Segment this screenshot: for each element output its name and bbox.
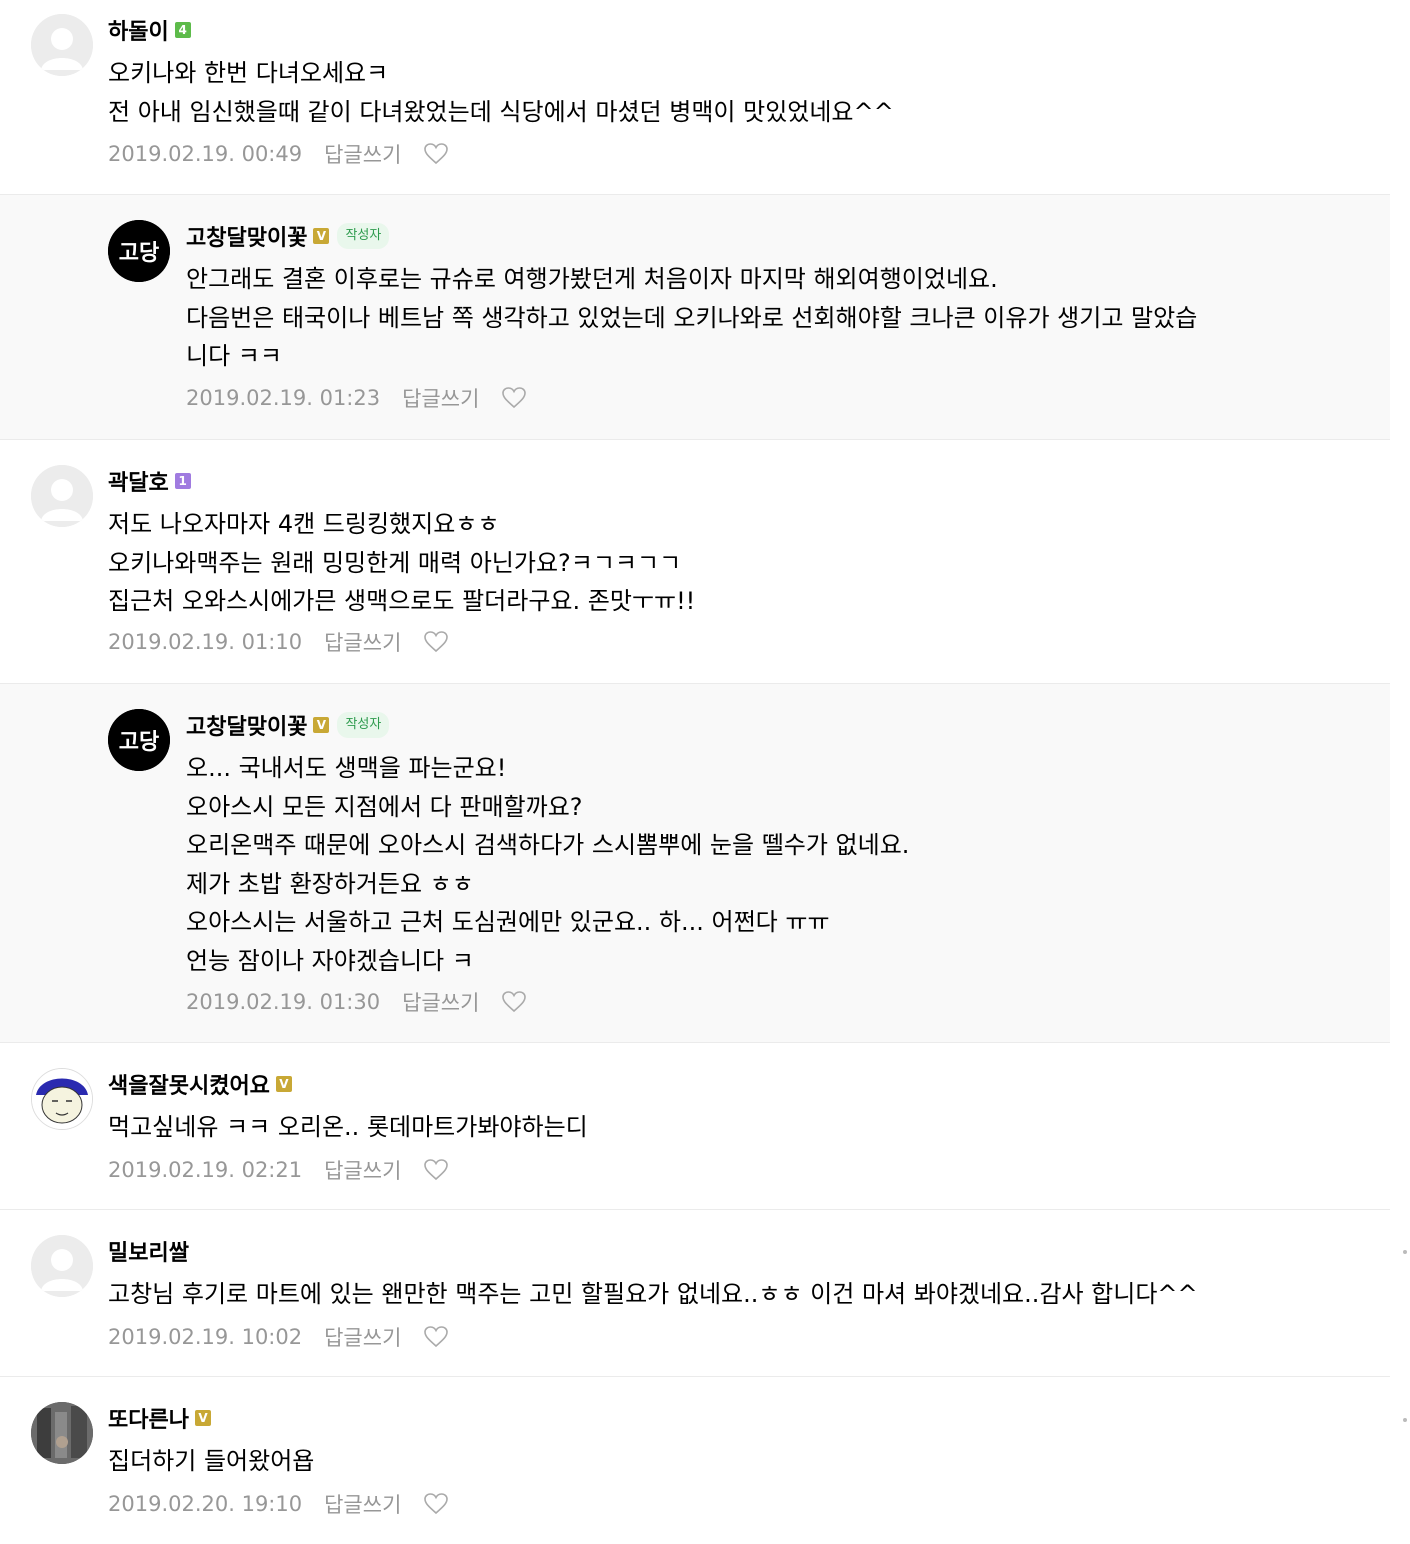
heart-icon[interactable] [501,386,527,410]
svg-text:고당: 고당 [119,730,159,755]
comment-line: 전 아내 임신했을때 같이 다녀왔었는데 식당에서 마셨던 병맥이 맛있었네요^… [108,97,894,126]
comment-body: 또다른나 V 집더하기 들어왔어욥 2019.02.20. 19:10 답글쓰기 [108,1402,1390,1544]
nickname[interactable]: 색을잘못시켰어요 [108,1068,270,1100]
nickname-line: 밀보리쌀 [108,1235,189,1267]
nickname-line: 곽달호 1 [108,465,191,497]
reply-button[interactable]: 답글쓰기 [402,987,479,1017]
more-menu-icon[interactable] [1403,1418,1407,1422]
comment-text: 오... 국내서도 생맥을 파는군요! 오아스시 모든 지점에서 다 판매할까요?… [186,749,909,980]
more-menu-icon[interactable] [1403,1250,1407,1254]
default-avatar-icon[interactable] [31,465,93,527]
level-badge-icon: 4 [174,22,191,38]
heart-icon[interactable] [501,990,527,1014]
comment-date: 2019.02.19. 10:02 [108,1325,303,1349]
level-badge-icon: V [275,1076,292,1092]
level-badge-icon: V [313,717,330,733]
nickname[interactable]: 밀보리쌀 [108,1235,189,1267]
nickname[interactable]: 하돌이 [108,14,169,46]
comment-date: 2019.02.19. 02:21 [108,1158,303,1182]
author-tag: 작성자 [337,223,390,249]
comment-meta: 2019.02.20. 19:10 답글쓰기 [108,1489,449,1519]
comment-line: 고창님 후기로 마트에 있는 왠만한 맥주는 고민 할필요가 없네요..ㅎㅎ 이… [108,1280,1198,1308]
comment-meta: 2019.02.19. 00:49 답글쓰기 [108,139,449,169]
nickname-line: 하돌이 4 [108,14,191,46]
author-tag: 작성자 [337,712,390,738]
comment-meta: 2019.02.19. 01:23 답글쓰기 [186,383,527,413]
comment-line: 오키나와 한번 다녀오세요ㅋ [108,59,389,87]
comment-meta: 2019.02.19. 01:10 답글쓰기 [108,627,449,657]
comment-meta: 2019.02.19. 01:30 답글쓰기 [186,987,527,1017]
default-avatar-icon[interactable] [31,1235,93,1297]
comment-body: 밀보리쌀고창님 후기로 마트에 있는 왠만한 맥주는 고민 할필요가 없네요..… [108,1235,1390,1376]
reply-button[interactable]: 답글쓰기 [324,1489,401,1519]
comment-date: 2019.02.19. 00:49 [108,142,303,166]
nickname[interactable]: 또다른나 [108,1402,189,1434]
reply-button[interactable]: 답글쓰기 [324,139,401,169]
reply-button[interactable]: 답글쓰기 [402,383,479,413]
comment-line: 오키나와맥주는 원래 밍밍한게 매력 아닌가요?ㅋㄱㅋㄱㄱ [108,548,682,577]
cartoon-avatar-icon[interactable] [31,1068,93,1130]
comment-line: 다음번은 태국이나 베트남 쪽 생각하고 있었는데 오키나와로 선회해야할 크나… [186,303,1198,332]
comment-line: 니다 ㅋㅋ [186,342,282,370]
comment-line: 집더하기 들어왔어욥 [108,1447,315,1475]
comment-line: 오아스시는 서울하고 근처 도심권에만 있군요.. 하... 어쩐다 ㅠㅠ [186,908,830,936]
heart-icon[interactable] [423,1492,449,1516]
comment-line: 오아스시 모든 지점에서 다 판매할까요? [186,792,583,821]
comment-line: 제가 초밥 환장하거든요 ㅎㅎ [186,869,474,898]
logo-avatar-icon[interactable]: 고당 [108,709,170,771]
reply-comment: 고당 고창달맞이꽃 V 작성자안그래도 결혼 이후로는 규슈로 여행가봤던게 처음이자… [0,195,1390,439]
reply-button[interactable]: 답글쓰기 [324,1155,401,1185]
reply-button[interactable]: 답글쓰기 [324,627,401,657]
level-badge-icon: 1 [174,473,191,489]
comment-line: 안그래도 결혼 이후로는 규슈로 여행가봤던게 처음이자 마지막 해외여행이었네… [186,265,998,293]
comment: 색을잘못시켰어요 V 먹고싶네유 ㅋㅋ 오리온.. 롯데마트가봐야하는디 2019.0… [0,1043,1390,1209]
comment-date: 2019.02.19. 01:10 [108,630,303,654]
comment-line: 오리온맥주 때문에 오아스시 검색하다가 스시뽐뿌에 눈을 뗄수가 없네요. [186,831,910,859]
comment: 곽달호 1 저도 나오자마자 4캔 드링킹했지요ㅎㅎ 오키나와맥주는 원래 밍밍한게 … [0,440,1390,683]
level-badge-icon: V [194,1410,211,1426]
comment-text: 안그래도 결혼 이후로는 규슈로 여행가봤던게 처음이자 마지막 해외여행이었네… [186,260,1197,376]
comment-body: 색을잘못시켰어요 V 먹고싶네유 ㅋㅋ 오리온.. 롯데마트가봐야하는디 2019.0… [108,1068,1390,1209]
comment-line: 언능 잠이나 자야겠습니다 ㅋ [186,946,474,975]
comment-date: 2019.02.19. 01:30 [186,990,381,1014]
comment: 또다른나 V 집더하기 들어왔어욥 2019.02.20. 19:10 답글쓰기 [0,1377,1390,1544]
comment-text: 고창님 후기로 마트에 있는 왠만한 맥주는 고민 할필요가 없네요..ㅎㅎ 이… [108,1275,1198,1314]
comment-body: 곽달호 1 저도 나오자마자 4캔 드링킹했지요ㅎㅎ 오키나와맥주는 원래 밍밍한게 … [108,465,1390,683]
reply-button[interactable]: 답글쓰기 [324,1322,401,1352]
reply-comment: 고당 고창달맞이꽃 V 작성자오... 국내서도 생맥을 파는군요! 오아스시 모든 지… [0,684,1390,1042]
nickname-line: 또다른나 V [108,1402,211,1434]
comment: 하돌이 4 오키나와 한번 다녀오세요ㅋ 전 아내 임신했을때 같이 다녀왔었는데 식… [0,0,1390,194]
comment-text: 오키나와 한번 다녀오세요ㅋ 전 아내 임신했을때 같이 다녀왔었는데 식당에서 … [108,54,894,131]
logo-avatar-icon[interactable]: 고당 [108,220,170,282]
heart-icon[interactable] [423,630,449,654]
heart-icon[interactable] [423,1158,449,1182]
nickname[interactable]: 고창달맞이꽃 [186,709,307,741]
comment-line: 오... 국내서도 생맥을 파는군요! [186,754,507,782]
comment-meta: 2019.02.19. 10:02 답글쓰기 [108,1322,449,1352]
nickname-line: 고창달맞이꽃 V 작성자 [186,220,390,252]
comment-line: 집근처 오와스시에가믄 생맥으로도 팔더라구요. 존맛ㅜㅠ!! [108,587,696,615]
comment-line: 먹고싶네유 ㅋㅋ 오리온.. 롯데마트가봐야하는디 [108,1113,588,1141]
comment-text: 먹고싶네유 ㅋㅋ 오리온.. 롯데마트가봐야하는디 [108,1108,588,1147]
svg-text:고당: 고당 [119,241,159,266]
comment-meta: 2019.02.19. 02:21 답글쓰기 [108,1155,449,1185]
default-avatar-icon[interactable] [31,14,93,76]
heart-icon[interactable] [423,1325,449,1349]
comment-body: 고창달맞이꽃 V 작성자안그래도 결혼 이후로는 규슈로 여행가봤던게 처음이자 마… [186,220,1390,439]
photo-avatar-icon[interactable] [31,1402,93,1464]
comment: 밀보리쌀고창님 후기로 마트에 있는 왠만한 맥주는 고민 할필요가 없네요..… [0,1210,1390,1376]
comment-text: 저도 나오자마자 4캔 드링킹했지요ㅎㅎ 오키나와맥주는 원래 밍밍한게 매력 아… [108,505,695,621]
comment-body: 하돌이 4 오키나와 한번 다녀오세요ㅋ 전 아내 임신했을때 같이 다녀왔었는데 식… [108,14,1390,194]
comment-date: 2019.02.19. 01:23 [186,386,381,410]
nickname[interactable]: 곽달호 [108,465,169,497]
comment-body: 고창달맞이꽃 V 작성자오... 국내서도 생맥을 파는군요! 오아스시 모든 지점에… [186,709,1390,1042]
level-badge-icon: V [313,228,330,244]
nickname[interactable]: 고창달맞이꽃 [186,220,307,252]
heart-icon[interactable] [423,142,449,166]
comment-line: 저도 나오자마자 4캔 드링킹했지요ㅎㅎ [108,510,500,538]
comment-text: 집더하기 들어왔어욥 [108,1442,314,1481]
nickname-line: 고창달맞이꽃 V 작성자 [186,709,390,741]
nickname-line: 색을잘못시켰어요 V [108,1068,292,1100]
comment-date: 2019.02.20. 19:10 [108,1492,303,1516]
